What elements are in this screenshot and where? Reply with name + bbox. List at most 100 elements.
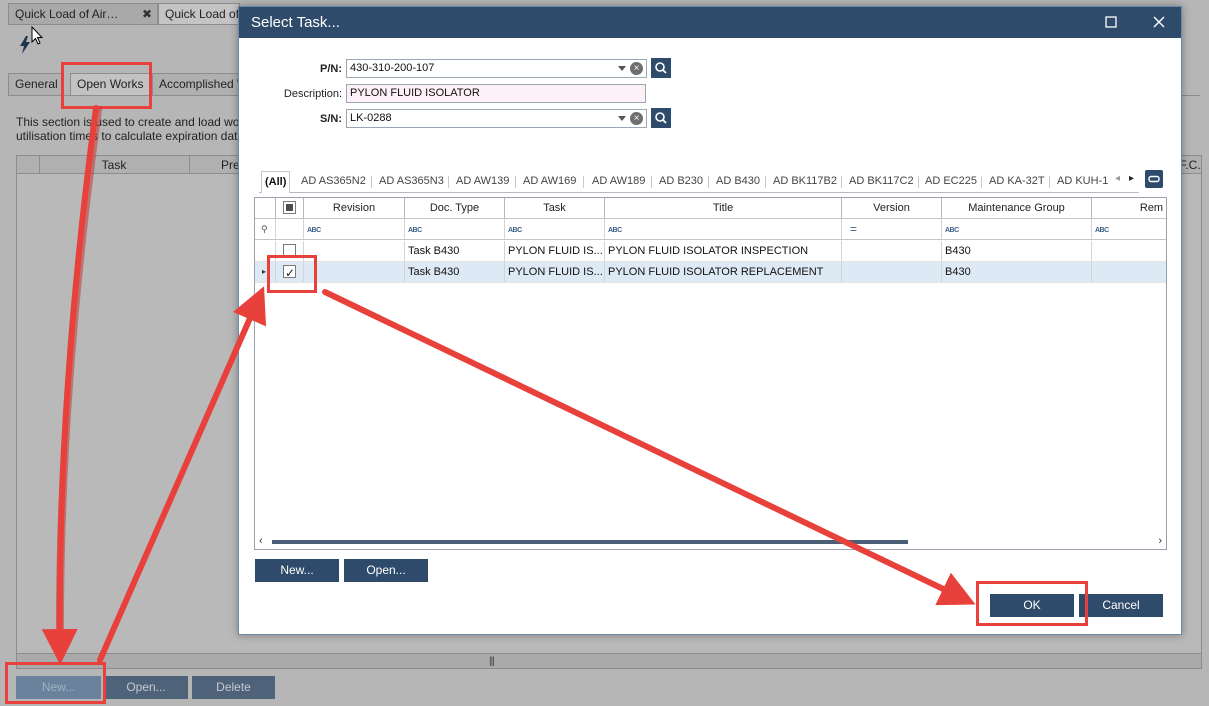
- column-task[interactable]: Task: [505, 198, 605, 218]
- dialog-title: Select Task...: [251, 14, 340, 31]
- filter-title[interactable]: ABC: [605, 219, 842, 239]
- filter-tab[interactable]: AD KA-32T: [989, 171, 1045, 193]
- cell-title: PYLON FLUID ISOLATOR INSPECTION: [605, 241, 842, 261]
- filter-remarks[interactable]: ABC: [1092, 219, 1166, 239]
- highlight-open-works-tab: [61, 62, 152, 109]
- tab-separator: [765, 176, 766, 188]
- text-filter-icon[interactable]: ABC: [307, 227, 321, 234]
- dialog-titlebar[interactable]: Select Task...: [239, 7, 1181, 38]
- filter-tab[interactable]: AD BK117B2: [773, 171, 837, 193]
- chevron-right-icon[interactable]: ▸: [1129, 173, 1134, 184]
- filter-version[interactable]: =: [842, 219, 942, 239]
- sn-combo[interactable]: LK-0288 ×: [346, 109, 647, 128]
- column-task[interactable]: Task: [39, 156, 189, 174]
- filter-task[interactable]: ABC: [505, 219, 605, 239]
- clear-icon[interactable]: ×: [630, 62, 643, 75]
- horizontal-scrollbar[interactable]: |||: [16, 653, 1202, 669]
- tab-separator: [841, 176, 842, 188]
- filter-tab[interactable]: AD AW139: [456, 171, 509, 193]
- description-line-2: utilisation times to calculate expiratio…: [16, 129, 241, 143]
- delete-button[interactable]: Delete: [192, 676, 275, 699]
- filter-maintenance-group[interactable]: ABC: [942, 219, 1092, 239]
- column-version[interactable]: Version: [842, 198, 942, 218]
- column-doc-type[interactable]: Doc. Type: [405, 198, 505, 218]
- dialog-open-button[interactable]: Open...: [344, 559, 428, 582]
- cell-doc-type: Task B430: [405, 241, 505, 261]
- highlight-ok-button: [976, 581, 1088, 626]
- pin-icon[interactable]: ⚲: [255, 219, 276, 239]
- filter-tab[interactable]: AD B230: [659, 171, 703, 193]
- open-button[interactable]: Open...: [104, 676, 188, 699]
- lightning-icon[interactable]: [18, 36, 32, 54]
- tab-separator: [515, 176, 516, 188]
- scroll-right-icon[interactable]: ›: [1158, 535, 1162, 547]
- tab-separator: [583, 176, 584, 188]
- tab-general[interactable]: General: [8, 73, 62, 95]
- tab-general-label: General: [15, 77, 58, 91]
- filter-tab[interactable]: AD KUH-1: [1057, 171, 1108, 193]
- table-row[interactable]: Task B430 PYLON FLUID IS... PYLON FLUID …: [255, 241, 1166, 262]
- cell-remarks: [1092, 262, 1166, 282]
- close-icon[interactable]: [1149, 12, 1169, 32]
- equals-filter-icon[interactable]: =: [850, 222, 857, 236]
- filter-revision[interactable]: ABC: [304, 219, 405, 239]
- text-filter-icon[interactable]: ABC: [508, 227, 522, 234]
- doc-tab-1[interactable]: Quick Load of Air… ✖: [8, 3, 158, 25]
- tab-separator: [708, 176, 709, 188]
- filter-row: ⚲ ABC ABC ABC ABC = ABC ABC: [255, 219, 1166, 240]
- scroll-thumb[interactable]: [272, 540, 908, 544]
- tab-separator: [371, 176, 372, 188]
- pn-label: P/N:: [320, 63, 342, 75]
- search-icon[interactable]: [651, 58, 671, 78]
- cell-remarks: [1092, 241, 1166, 261]
- link-icon[interactable]: [1145, 170, 1163, 188]
- row-indicator-header: [255, 198, 276, 218]
- filter-doc-type[interactable]: ABC: [405, 219, 505, 239]
- doc-tab-2-label: Quick Load of A: [165, 7, 240, 21]
- grid-horizontal-scrollbar[interactable]: ‹ ›: [255, 535, 1166, 549]
- filter-tab[interactable]: AD AS365N3: [379, 171, 444, 193]
- clear-icon[interactable]: ×: [630, 112, 643, 125]
- pn-combo[interactable]: 430-310-200-107 ×: [346, 59, 647, 78]
- pn-value: 430-310-200-107: [350, 62, 435, 74]
- select-all-checkbox[interactable]: [283, 201, 296, 214]
- tab-accomplished-works[interactable]: Accomplished W: [152, 73, 248, 95]
- dialog-new-button[interactable]: New...: [255, 559, 339, 582]
- cell-title: PYLON FLUID ISOLATOR REPLACEMENT: [605, 262, 842, 282]
- cell-doc-type: Task B430: [405, 262, 505, 282]
- chevron-down-icon[interactable]: [618, 116, 626, 121]
- scroll-grip-icon[interactable]: |||: [489, 656, 495, 667]
- table-row-selected[interactable]: ▸ Task B430 PYLON FLUID IS... PYLON FLUI…: [255, 262, 1166, 283]
- text-filter-icon[interactable]: ABC: [608, 227, 622, 234]
- column-maintenance-group[interactable]: Maintenance Group: [942, 198, 1092, 218]
- search-icon[interactable]: [651, 108, 671, 128]
- filter-cell: [276, 219, 304, 239]
- cell-maintenance-group: B430: [942, 262, 1092, 282]
- scroll-left-icon[interactable]: ‹: [259, 535, 263, 547]
- chevron-left-icon[interactable]: ◂: [1115, 173, 1120, 184]
- column-remarks[interactable]: Rem: [1092, 198, 1166, 218]
- description-label: Description:: [283, 88, 342, 100]
- filter-tab[interactable]: AD AW169: [523, 171, 576, 193]
- column-title[interactable]: Title: [605, 198, 842, 218]
- filter-tab[interactable]: AD EC225: [925, 171, 977, 193]
- filter-tab[interactable]: AD B430: [716, 171, 760, 193]
- close-icon[interactable]: ✖: [142, 4, 152, 24]
- cell-version: [842, 262, 942, 282]
- filter-tab-all[interactable]: (All): [261, 171, 291, 193]
- cell-version: [842, 241, 942, 261]
- text-filter-icon[interactable]: ABC: [408, 227, 422, 234]
- chevron-down-icon[interactable]: [618, 66, 626, 71]
- column-revision[interactable]: Revision: [304, 198, 405, 218]
- tab-separator: [1049, 176, 1050, 188]
- maximize-icon[interactable]: [1101, 12, 1121, 32]
- grid-header: Revision Doc. Type Task Title Version Ma…: [255, 198, 1166, 219]
- text-filter-icon[interactable]: ABC: [945, 227, 959, 234]
- text-filter-icon[interactable]: ABC: [1095, 227, 1109, 234]
- filter-tab[interactable]: AD AW189: [592, 171, 645, 193]
- filter-tab[interactable]: AD AS365N2: [301, 171, 366, 193]
- doc-tab-2[interactable]: Quick Load of A: [158, 3, 240, 25]
- description-field[interactable]: PYLON FLUID ISOLATOR: [346, 84, 646, 103]
- cancel-button[interactable]: Cancel: [1079, 594, 1163, 617]
- filter-tab[interactable]: AD BK117C2: [849, 171, 914, 193]
